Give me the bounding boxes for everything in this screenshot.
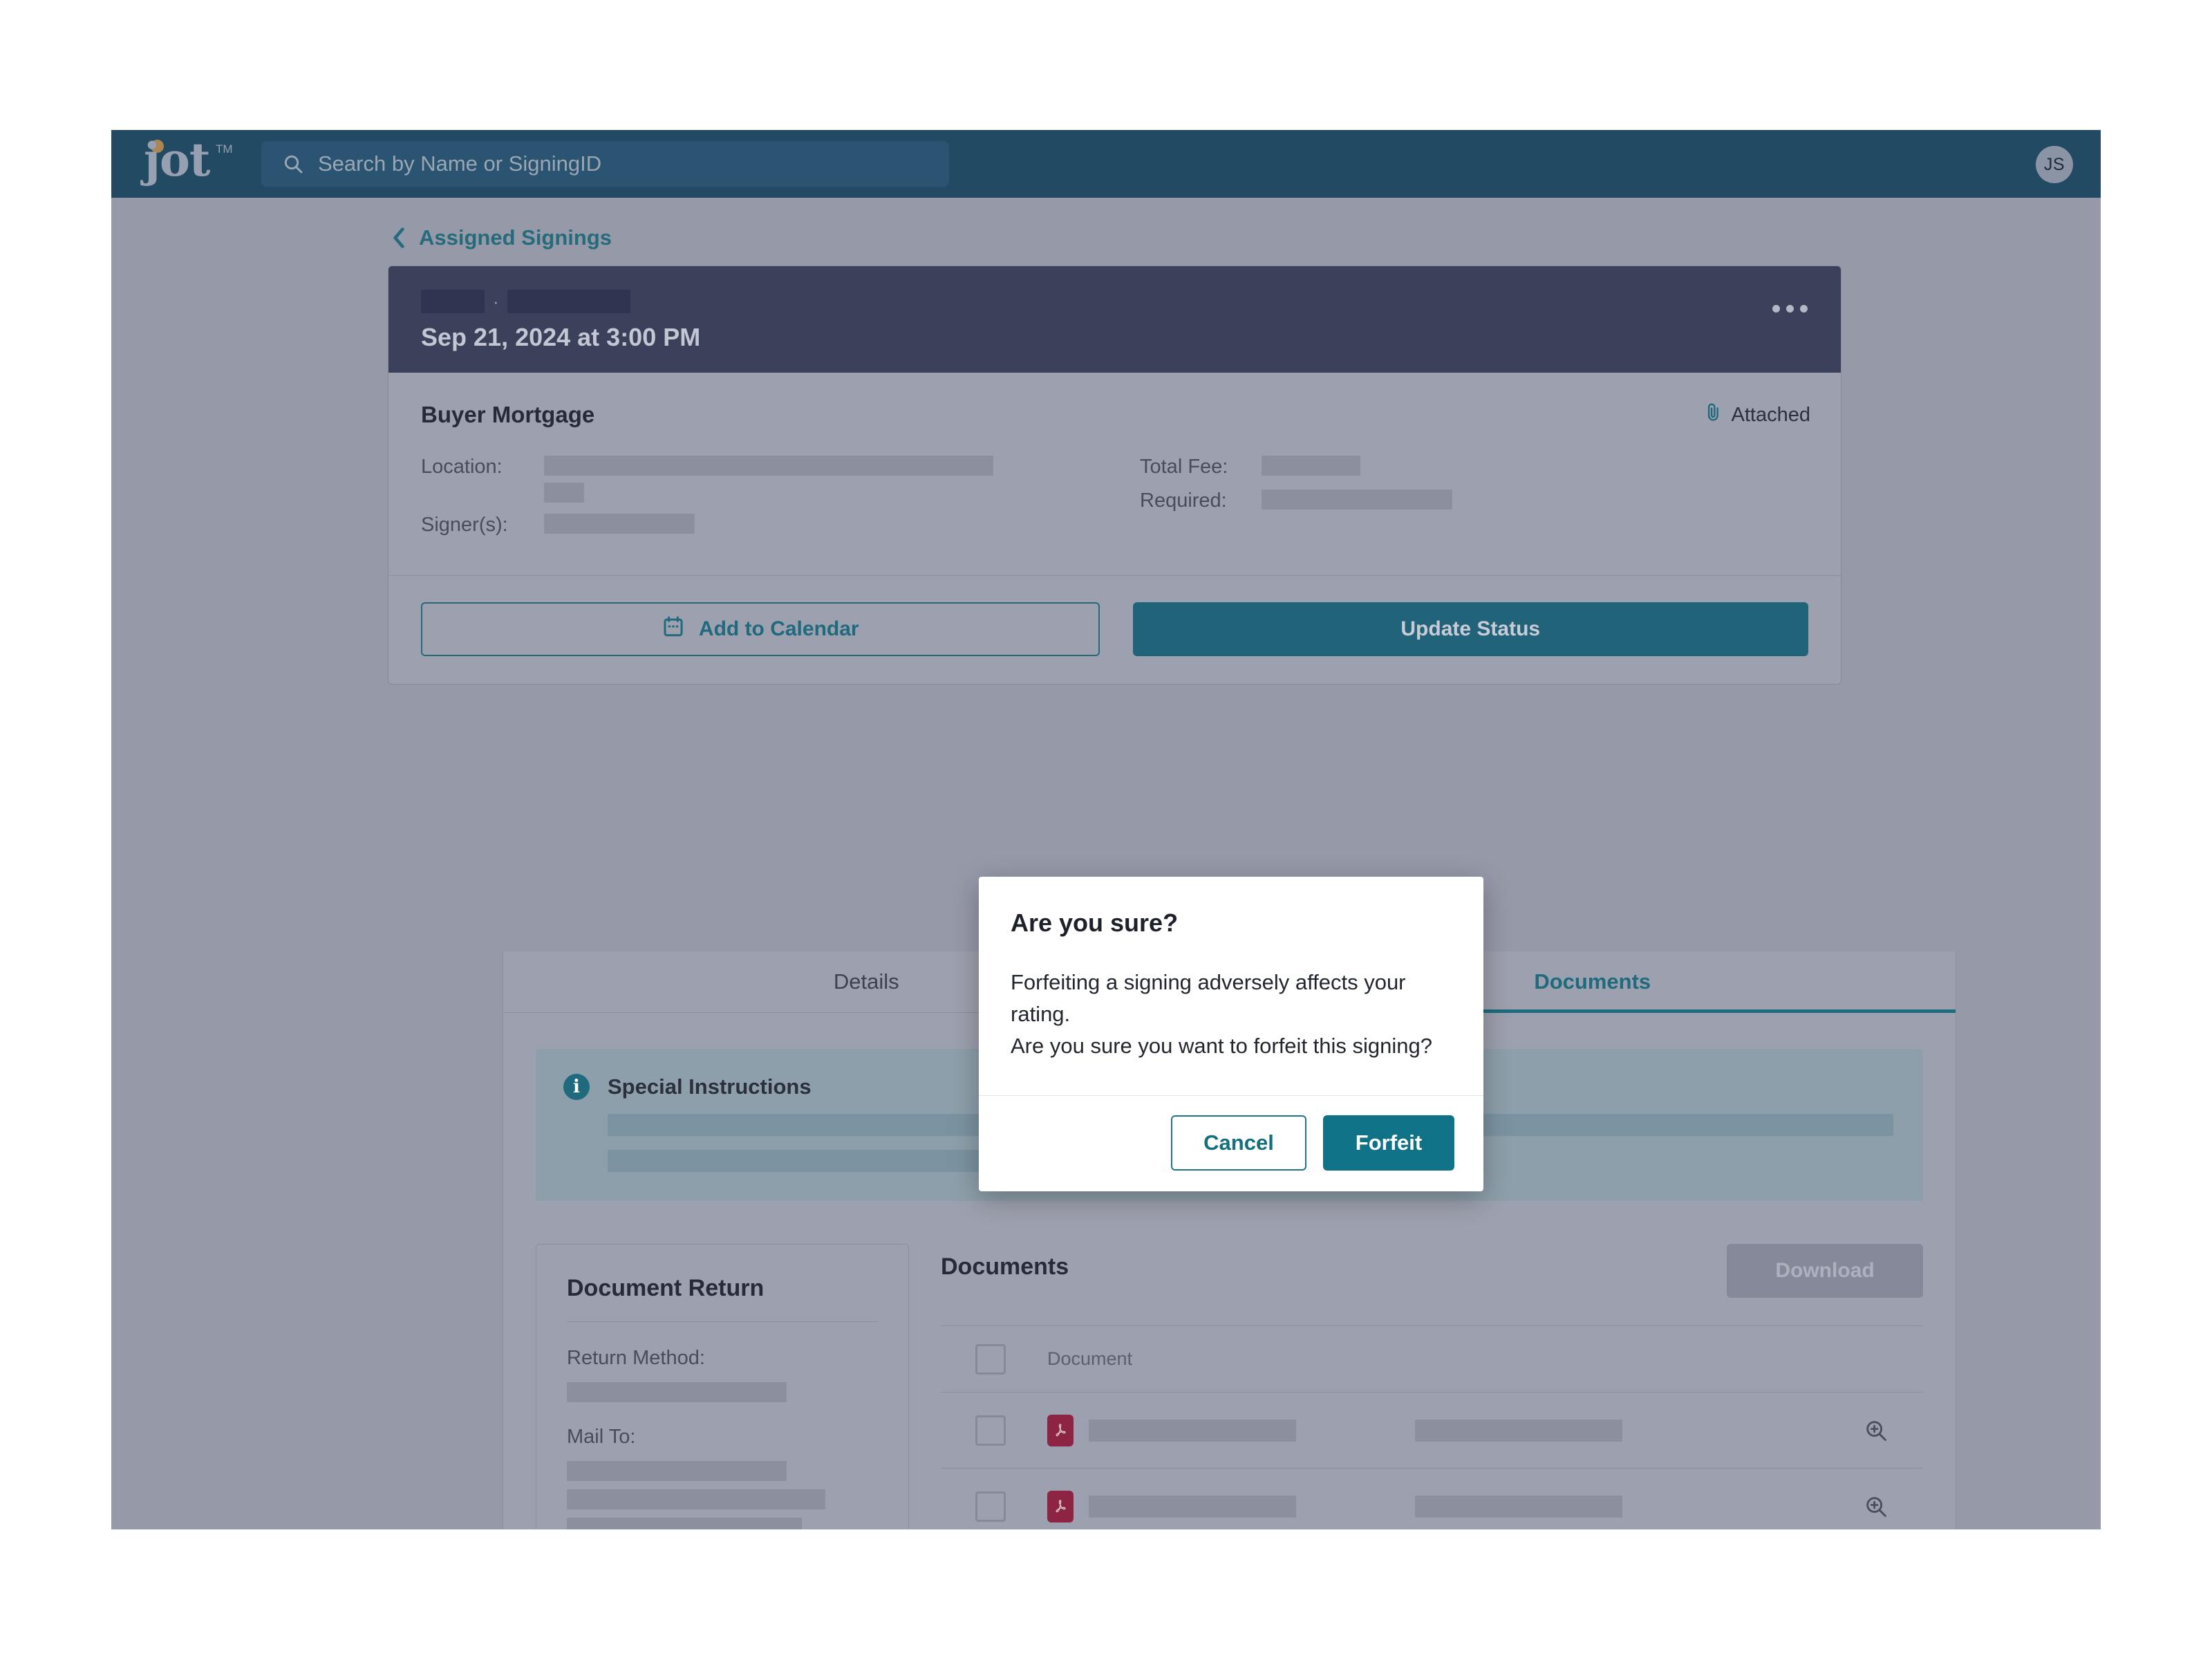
jot-logo[interactable]: jot TM xyxy=(144,136,233,188)
redacted-document-name xyxy=(1089,1495,1296,1518)
field-location: Location: xyxy=(421,456,1140,503)
user-avatar[interactable]: JS xyxy=(2036,146,2073,183)
add-to-calendar-button[interactable]: Add to Calendar xyxy=(421,602,1100,656)
redacted-document-meta xyxy=(1415,1419,1622,1442)
redacted-block xyxy=(507,290,630,313)
download-button[interactable]: Download xyxy=(1727,1244,1923,1298)
update-status-label: Update Status xyxy=(1400,617,1541,640)
search-icon xyxy=(282,153,304,175)
redacted-document-name xyxy=(1089,1419,1296,1442)
zoom-in-icon[interactable] xyxy=(1862,1417,1890,1444)
separator-dot: · xyxy=(493,291,499,312)
pdf-icon xyxy=(1047,1414,1074,1446)
redacted-value xyxy=(544,514,695,534)
confirm-forfeit-dialog: Are you sure? Forfeiting a signing adver… xyxy=(979,877,1483,1191)
redacted-value xyxy=(567,1461,787,1481)
table-row[interactable] xyxy=(941,1469,1923,1529)
table-header-row: Document xyxy=(941,1326,1923,1393)
documents-table: Document xyxy=(941,1325,1923,1529)
cancel-button[interactable]: Cancel xyxy=(1171,1115,1306,1171)
search-bar[interactable] xyxy=(261,141,949,187)
menu-dot xyxy=(1800,305,1808,313)
update-status-button[interactable]: Update Status xyxy=(1132,602,1808,656)
tab-label: Details xyxy=(833,969,899,994)
signing-card-header: · Sep 21, 2024 at 3:00 PM xyxy=(388,266,1841,373)
field-label: Location: xyxy=(421,456,503,478)
redacted-value xyxy=(567,1518,802,1529)
redacted-value xyxy=(1262,490,1452,510)
field-label: Total Fee: xyxy=(1140,456,1228,478)
dialog-message-line-2: Are you sure you want to forfeit this si… xyxy=(1011,1034,1432,1058)
table-row[interactable] xyxy=(941,1393,1923,1469)
forfeit-label: Forfeit xyxy=(1355,1130,1423,1155)
documents-list-column: Documents Download Document xyxy=(941,1244,1923,1529)
breadcrumb-label: Assigned Signings xyxy=(419,225,612,250)
menu-dot xyxy=(1772,305,1780,313)
documents-area: Document Return Return Method: Mail To: … xyxy=(536,1244,1923,1529)
dialog-title: Are you sure? xyxy=(1011,909,1179,937)
field-signers: Signer(s): xyxy=(421,514,1140,537)
return-method-label: Return Method: xyxy=(567,1347,705,1369)
page-content: Assigned Signings · Sep 21, 2024 at 3:00… xyxy=(111,198,2101,1529)
signing-type-title: Buyer Mortgage xyxy=(421,402,595,427)
attached-label: Attached xyxy=(1731,403,1810,426)
document-return-card: Document Return Return Method: Mail To: xyxy=(536,1244,909,1529)
redacted-value xyxy=(1262,456,1360,476)
signing-title-redacted: · xyxy=(421,290,630,313)
select-all-checkbox[interactable] xyxy=(975,1343,1006,1375)
attached-badge: Attached xyxy=(1705,402,1810,428)
documents-header: Documents Download xyxy=(941,1244,1923,1298)
column-header-document: Document xyxy=(1047,1348,1133,1369)
signing-card-actions: Add to Calendar Update Status xyxy=(388,575,1841,684)
avatar-initials: JS xyxy=(2043,154,2065,174)
download-label: Download xyxy=(1775,1259,1875,1282)
document-return-title: Document Return xyxy=(567,1275,765,1301)
breadcrumb[interactable]: Assigned Signings xyxy=(391,225,612,250)
calendar-icon xyxy=(662,615,685,644)
signing-fields-left: Location: Signer(s): xyxy=(421,456,1140,548)
row-checkbox[interactable] xyxy=(975,1491,1006,1522)
signing-card-body: Buyer Mortgage Attached Location: Signer… xyxy=(388,373,1841,548)
dialog-message-line-1: Forfeiting a signing adversely affects y… xyxy=(1011,970,1406,1026)
app-window: jot TM JS Assigned Signings xyxy=(111,130,2101,1529)
cancel-label: Cancel xyxy=(1203,1130,1274,1155)
redacted-value xyxy=(544,483,584,503)
row-checkbox[interactable] xyxy=(975,1415,1006,1446)
tab-label: Documents xyxy=(1534,969,1651,994)
chevron-left-icon xyxy=(391,227,406,249)
zoom-in-icon[interactable] xyxy=(1862,1493,1890,1520)
field-label: Required: xyxy=(1140,490,1227,512)
pdf-icon xyxy=(1047,1490,1074,1523)
signing-fields: Location: Signer(s): Total Fee: Required… xyxy=(421,456,1808,548)
field-required: Required: xyxy=(1140,490,1762,512)
divider xyxy=(567,1321,878,1322)
redacted-block xyxy=(421,290,485,313)
menu-dot xyxy=(1786,305,1794,313)
signing-summary-card: · Sep 21, 2024 at 3:00 PM Buyer Mortgage xyxy=(388,266,1841,685)
field-total-fee: Total Fee: xyxy=(1140,456,1762,478)
field-label: Signer(s): xyxy=(421,514,508,536)
signing-fields-right: Total Fee: Required: xyxy=(1140,456,1762,548)
redacted-value xyxy=(567,1382,787,1402)
mail-to-label: Mail To: xyxy=(567,1426,636,1448)
search-input[interactable] xyxy=(318,151,949,176)
special-instructions-title: Special Instructions xyxy=(608,1074,812,1099)
redacted-document-meta xyxy=(1415,1495,1622,1518)
add-to-calendar-label: Add to Calendar xyxy=(698,617,859,640)
paperclip-icon xyxy=(1705,402,1723,428)
info-icon: i xyxy=(563,1074,590,1100)
documents-title: Documents xyxy=(941,1254,1069,1280)
dialog-footer: Cancel Forfeit xyxy=(979,1095,1483,1191)
overflow-menu-icon[interactable] xyxy=(1772,305,1808,313)
top-navigation-bar: jot TM JS xyxy=(111,130,2101,198)
redacted-value xyxy=(544,456,993,476)
redacted-value xyxy=(567,1489,825,1509)
dialog-body: Are you sure? Forfeiting a signing adver… xyxy=(979,877,1483,1095)
forfeit-button[interactable]: Forfeit xyxy=(1323,1115,1454,1171)
logo-wordmark: jot xyxy=(144,133,210,187)
trademark-symbol: TM xyxy=(216,142,233,156)
signing-datetime: Sep 21, 2024 at 3:00 PM xyxy=(421,323,701,351)
